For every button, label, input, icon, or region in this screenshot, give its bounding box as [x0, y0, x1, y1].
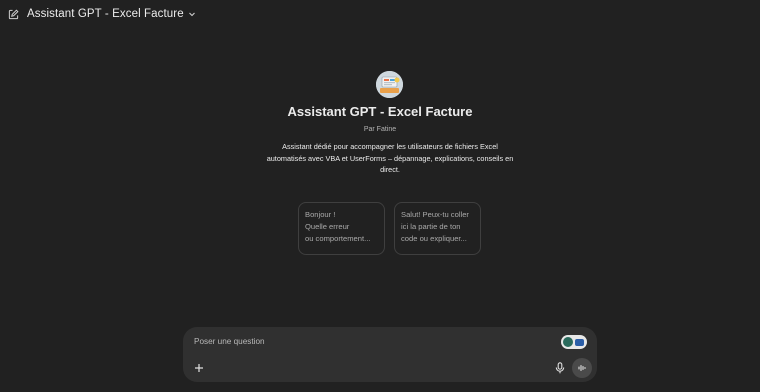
extension-dot-icon — [563, 337, 573, 347]
suggestion-line: Salut! Peux-tu coller — [401, 210, 469, 219]
top-bar: Assistant GPT - Excel Facture — [0, 0, 760, 28]
chevron-down-icon — [188, 10, 196, 18]
model-selector[interactable]: Assistant GPT - Excel Facture — [27, 8, 196, 20]
gpt-author: Par Fatine — [363, 126, 397, 133]
suggestion-line: code ou expliquer... — [401, 234, 467, 243]
composer: Poser une question — [183, 327, 597, 382]
suggestion-line: Quelle erreur — [305, 222, 350, 231]
suggestion-line: ou comportement... — [305, 234, 371, 243]
microphone-icon[interactable] — [553, 361, 567, 375]
suggestion-card-2[interactable]: Salut! Peux-tu coller ici la partie de t… — [394, 202, 481, 255]
chat-page: Assistant GPT - Excel Facture Assistant … — [0, 0, 760, 392]
plus-icon[interactable] — [192, 361, 206, 375]
voice-mode-icon[interactable] — [572, 358, 592, 378]
extension-window-icon — [575, 338, 584, 346]
gpt-avatar — [376, 71, 403, 98]
edit-icon[interactable] — [5, 6, 21, 22]
prompt-input[interactable]: Poser une question — [194, 337, 265, 346]
suggestion-line: Bonjour ! — [305, 210, 336, 219]
suggestion-line: ici la partie de ton — [401, 222, 461, 231]
suggestion-card-1[interactable]: Bonjour ! Quelle erreur ou comportement.… — [298, 202, 385, 255]
gpt-description: Assistant dédié pour accompagner les uti… — [266, 142, 514, 174]
header-title: Assistant GPT - Excel Facture — [27, 8, 184, 20]
extension-toggle-icon[interactable] — [561, 335, 587, 349]
gpt-title: Assistant GPT - Excel Facture — [287, 104, 473, 119]
